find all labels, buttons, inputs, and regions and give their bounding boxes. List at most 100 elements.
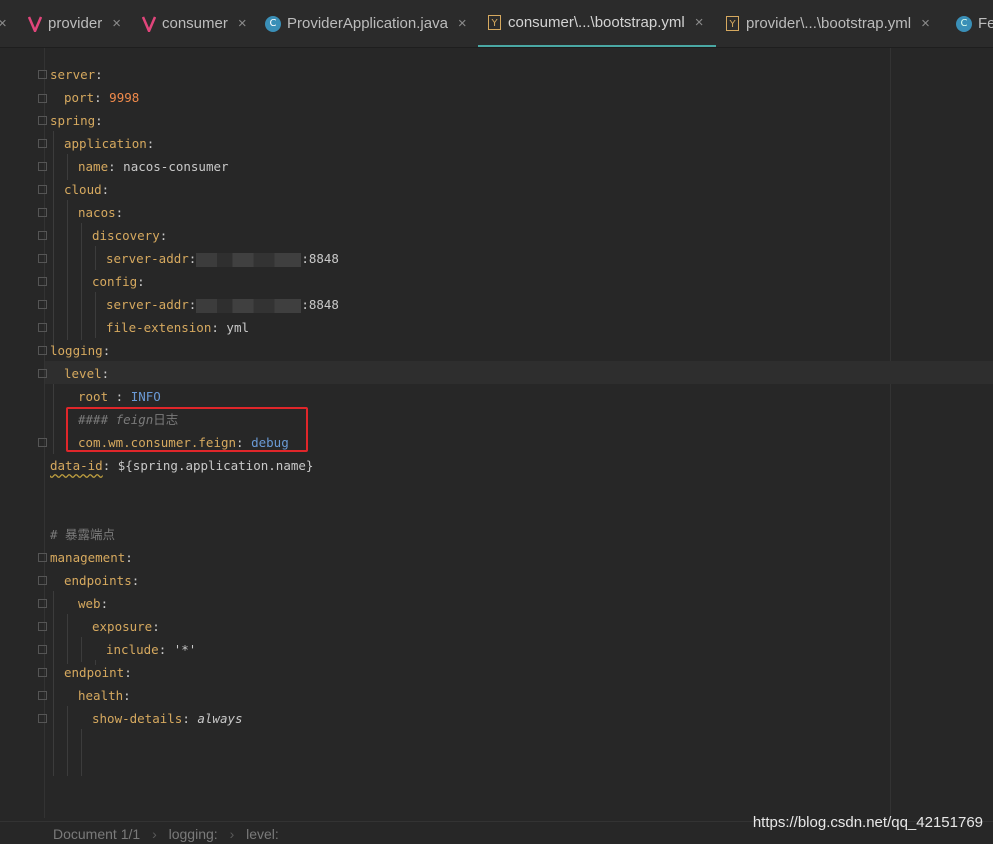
yaml-key: spring <box>50 113 96 128</box>
yaml-key: application <box>64 136 147 151</box>
annotation-highlight-box <box>66 407 308 452</box>
code-line[interactable]: discovery: <box>92 224 167 247</box>
close-icon[interactable]: × <box>458 15 467 32</box>
code-line[interactable]: server-addr::8848 <box>106 247 339 270</box>
tab-fe[interactable]: C Fe <box>956 0 993 47</box>
code-line[interactable]: include: '*' <box>106 638 196 661</box>
tab-label: consumer\...\bootstrap.yml <box>508 14 685 31</box>
tab-consumer-bootstrap[interactable]: Y consumer\...\bootstrap.yml × <box>478 0 716 47</box>
document-indicator[interactable]: Document 1/1 <box>53 826 140 842</box>
breadcrumb-item[interactable]: level: <box>246 826 279 842</box>
vue-icon <box>142 16 156 32</box>
class-icon: C <box>956 15 972 32</box>
fold-marker[interactable] <box>38 369 47 378</box>
close-icon[interactable]: × <box>921 15 930 32</box>
code-line[interactable]: # 暴露端点 <box>50 523 115 546</box>
chevron-right-icon: › <box>229 826 235 842</box>
code-line[interactable]: root : INFO <box>78 385 161 408</box>
indent-guide <box>53 591 54 776</box>
fold-marker[interactable] <box>38 599 47 608</box>
tab-provider-application[interactable]: C ProviderApplication.java × <box>265 0 467 47</box>
tab-consumer[interactable]: consumer × <box>142 0 247 47</box>
yaml-key: management <box>50 550 126 565</box>
indent-guide <box>95 292 96 338</box>
fold-marker[interactable] <box>38 70 47 79</box>
fold-marker[interactable] <box>38 346 47 355</box>
code-line[interactable]: file-extension: yml <box>106 316 249 339</box>
code-line[interactable]: logging: <box>50 339 110 362</box>
indent-guide <box>67 200 68 340</box>
prev-tab-close-button[interactable]: × <box>0 0 7 47</box>
code-line[interactable]: cloud: <box>64 178 109 201</box>
yaml-key: include <box>106 642 159 657</box>
fold-marker[interactable] <box>38 116 47 125</box>
fold-marker[interactable] <box>38 231 47 240</box>
tab-provider-bootstrap[interactable]: Y provider\...\bootstrap.yml × <box>726 0 930 47</box>
close-icon[interactable]: × <box>238 15 247 32</box>
indent-guide <box>95 246 96 270</box>
fold-marker[interactable] <box>38 622 47 631</box>
code-line[interactable]: endpoint: <box>64 661 132 684</box>
indent-guide <box>53 384 54 454</box>
indent-guide <box>81 729 82 776</box>
code-line[interactable]: endpoints: <box>64 569 139 592</box>
tab-provider[interactable]: provider × <box>28 0 121 47</box>
java-class-icon: C <box>265 15 281 32</box>
tab-label: Fe <box>978 15 993 32</box>
fold-marker[interactable] <box>38 94 47 103</box>
tab-label: consumer <box>162 15 228 32</box>
code-line[interactable]: server: <box>50 63 103 86</box>
yaml-key: server <box>50 67 96 82</box>
code-line[interactable]: management: <box>50 546 133 569</box>
yaml-value: INFO <box>130 389 161 404</box>
chevron-right-icon: › <box>152 826 157 842</box>
fold-marker[interactable] <box>38 323 47 332</box>
vue-icon <box>28 16 42 32</box>
code-line[interactable]: config: <box>92 270 145 293</box>
fold-marker[interactable] <box>38 645 47 654</box>
code-line[interactable]: show-details: always <box>92 707 243 730</box>
fold-marker[interactable] <box>38 254 47 263</box>
yaml-value: always <box>197 711 243 726</box>
fold-marker[interactable] <box>38 714 47 723</box>
code-line[interactable]: port: 9998 <box>64 86 139 109</box>
fold-marker[interactable] <box>38 300 47 309</box>
yaml-key: web <box>78 596 101 611</box>
code-line[interactable]: level: <box>64 362 109 385</box>
fold-marker[interactable] <box>38 139 47 148</box>
indent-guide <box>53 131 54 346</box>
code-line[interactable]: health: <box>78 684 131 707</box>
fold-marker[interactable] <box>38 162 47 171</box>
code-line[interactable]: server-addr::8848 <box>106 293 339 316</box>
code-line[interactable]: nacos: <box>78 201 123 224</box>
code-line[interactable]: web: <box>78 592 108 615</box>
code-line[interactable]: exposure: <box>92 615 160 638</box>
fold-marker[interactable] <box>38 668 47 677</box>
fold-marker[interactable] <box>38 691 47 700</box>
yaml-key: level <box>64 366 102 381</box>
fold-marker[interactable] <box>38 438 47 447</box>
fold-marker[interactable] <box>38 553 47 562</box>
tab-label: provider\...\bootstrap.yml <box>746 15 912 32</box>
current-line-highlight <box>45 361 993 384</box>
indent-guide <box>67 154 68 180</box>
code-line[interactable]: spring: <box>50 109 103 132</box>
code-line[interactable]: data-id: ${spring.application.name} <box>50 454 313 477</box>
yaml-key: health <box>78 688 124 703</box>
close-icon[interactable]: × <box>695 14 704 31</box>
fold-marker[interactable] <box>38 208 47 217</box>
yaml-key: file-extension <box>106 320 212 335</box>
breadcrumb-item[interactable]: logging: <box>169 826 218 842</box>
close-icon[interactable]: × <box>112 15 121 32</box>
fold-marker[interactable] <box>38 576 47 585</box>
fold-marker[interactable] <box>38 185 47 194</box>
yaml-key: root <box>78 389 116 404</box>
fold-marker[interactable] <box>38 277 47 286</box>
code-line[interactable]: application: <box>64 132 154 155</box>
yaml-icon: Y <box>726 16 739 31</box>
yaml-key: config <box>92 274 138 289</box>
yaml-value: :8848 <box>301 297 339 312</box>
code-line[interactable]: name: nacos-consumer <box>78 155 229 178</box>
yaml-icon: Y <box>488 15 501 30</box>
yaml-key: server-addr <box>106 297 189 312</box>
